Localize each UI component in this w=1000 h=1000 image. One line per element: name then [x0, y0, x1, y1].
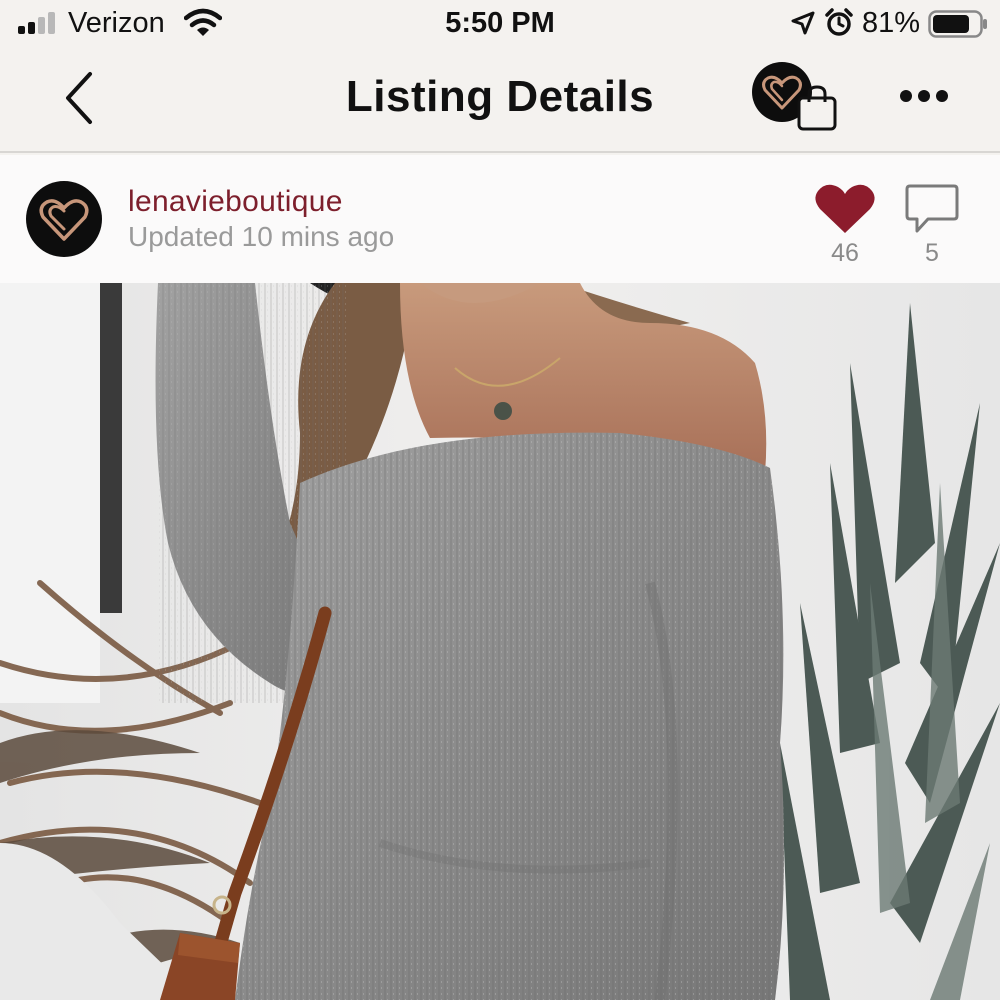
seller-username[interactable]: lenavieboutique: [128, 185, 343, 219]
boutique-shop-button[interactable]: [752, 58, 842, 138]
seller-header: lenavieboutique Updated 10 mins ago 46 5: [0, 155, 1000, 283]
updated-timestamp: Updated 10 mins ago: [128, 221, 395, 252]
more-dots-icon[interactable]: [896, 80, 952, 110]
battery-icon: [928, 10, 987, 38]
page-title: Listing Details: [345, 72, 655, 121]
avatar[interactable]: [26, 181, 102, 257]
listing-photo[interactable]: [0, 283, 1000, 1000]
battery-percent: 81%: [862, 7, 921, 39]
heart-icon[interactable]: [812, 181, 878, 237]
comment-count: 5: [925, 239, 939, 267]
comment-bubble-icon[interactable]: [904, 183, 960, 237]
alarm-clock-icon: [825, 8, 853, 36]
shopping-bag-icon: [797, 85, 837, 131]
status-bar: Verizon 5:50 PM 81%: [0, 0, 1000, 50]
like-count: 46: [831, 239, 859, 267]
nav-bar: Listing Details: [0, 50, 1000, 153]
location-arrow-icon: [791, 11, 815, 35]
